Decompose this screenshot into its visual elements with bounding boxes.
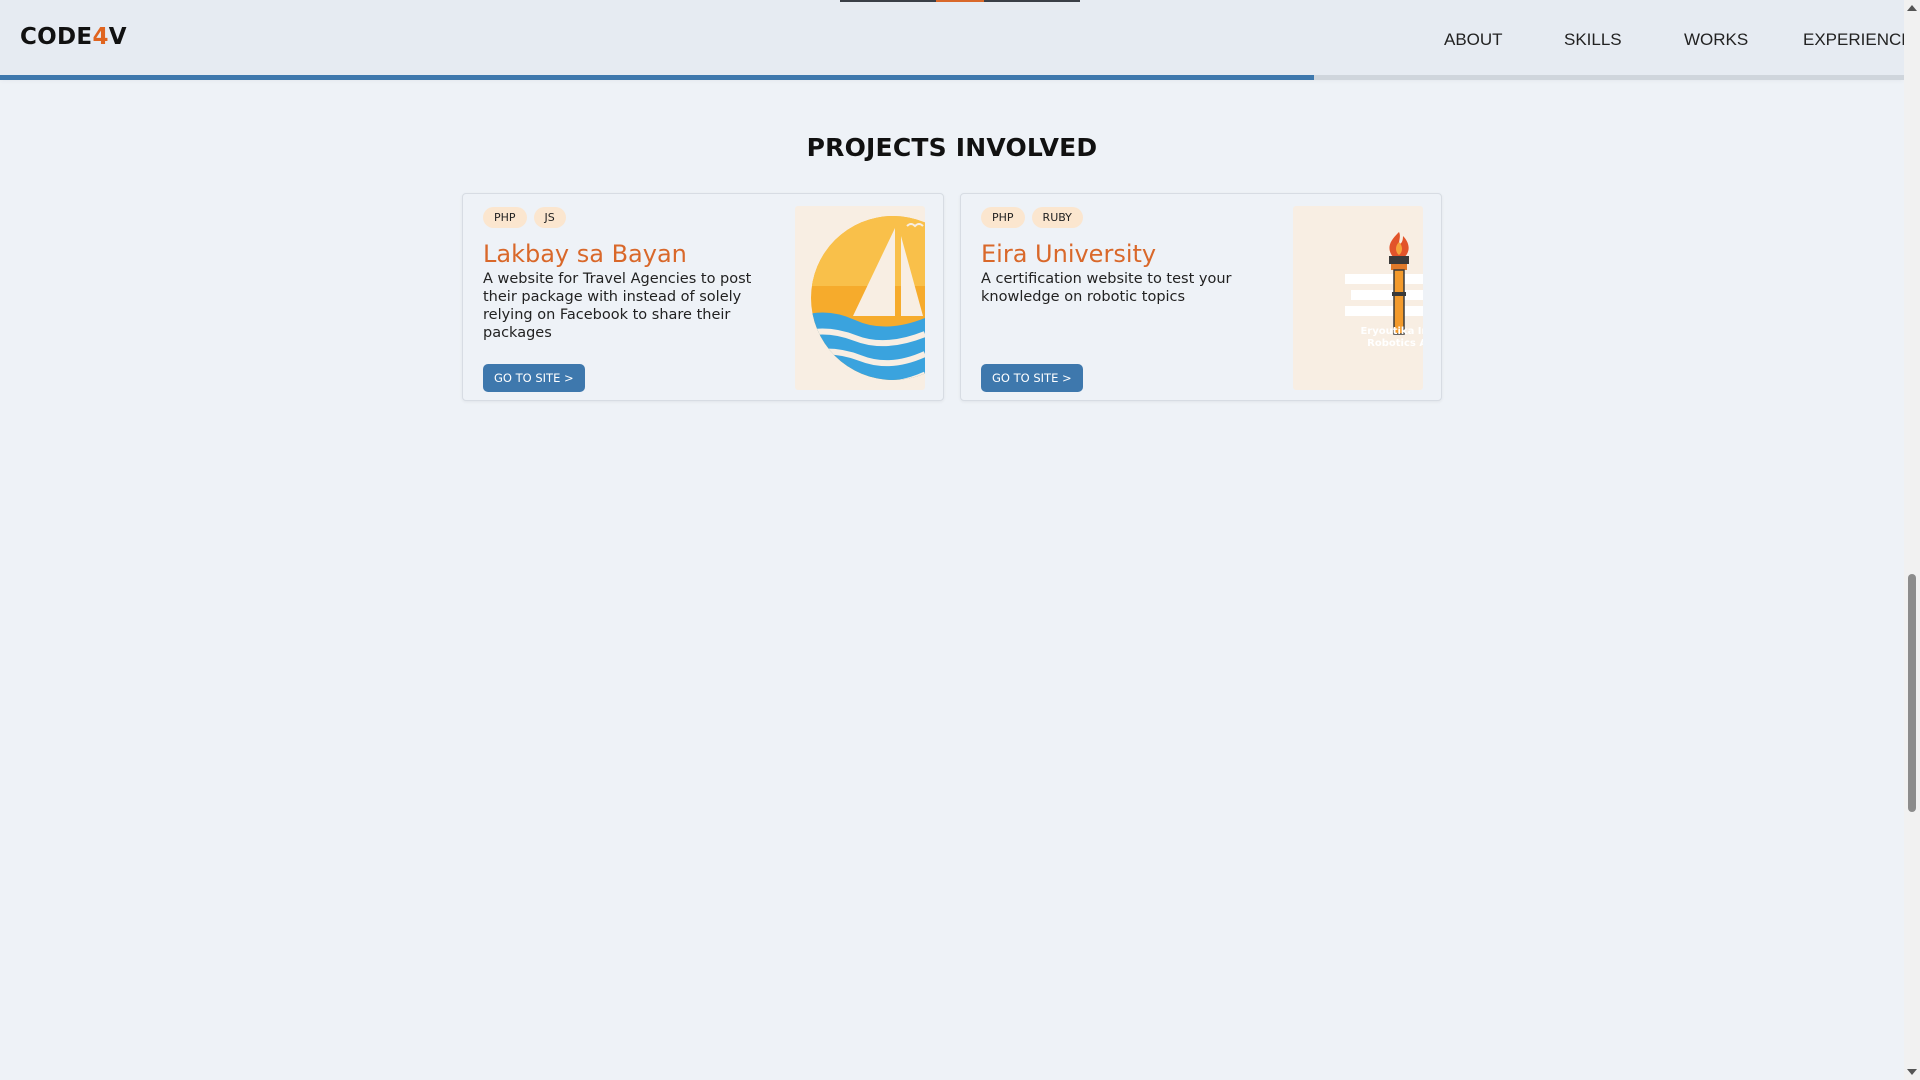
tag-list: PHP JS: [483, 207, 566, 228]
section-title: PROJECTS INVOLVED: [806, 133, 1098, 162]
scroll-progress-bar: [0, 75, 1904, 80]
tag-php: PHP: [981, 207, 1025, 228]
nav-link-about[interactable]: ABOUT: [1444, 30, 1503, 50]
project-description: A certification website to test your kno…: [981, 271, 1232, 305]
go-to-site-button[interactable]: GO TO SITE >: [981, 364, 1083, 392]
page: CODE4V ABOUT SKILLS WORKS EXPERIENCE PRO…: [0, 0, 1913, 1080]
go-to-site-button[interactable]: GO TO SITE >: [483, 364, 585, 392]
nav-hover-indicator-accent: [936, 0, 984, 2]
logo-prefix: CODE: [20, 24, 93, 50]
navbar: CODE4V ABOUT SKILLS WORKS EXPERIENCE: [0, 0, 1913, 80]
eira-logo-text-line-2: Robotics Ac: [1367, 338, 1423, 349]
eira-logo-text: Eryoutika Inf Robotics Ac: [1343, 326, 1423, 350]
logo-suffix: V: [108, 24, 127, 50]
project-card-lakbay: PHP JS Lakbay sa Bayan A website for Tra…: [462, 193, 944, 401]
eira-logo-text-line-1: Eryoutika Inf: [1360, 326, 1423, 337]
nav-link-works[interactable]: WORKS: [1684, 30, 1748, 50]
nav-link-experience[interactable]: EXPERIENCE: [1803, 30, 1913, 50]
nav-hover-indicator: [840, 0, 1080, 2]
sun-sailboat-logo-icon: [811, 216, 925, 380]
torch-logo-icon: [1345, 232, 1423, 335]
scroll-up-arrow-icon[interactable]: [1907, 5, 1917, 11]
tag-js: JS: [533, 207, 566, 228]
tag-ruby: RUBY: [1031, 207, 1083, 228]
scroll-progress-fill: [0, 75, 1314, 80]
scroll-down-arrow-icon[interactable]: [1907, 1069, 1917, 1075]
project-image: Eryoutika Inf Robotics Ac: [1293, 206, 1423, 390]
project-description: A website for Travel Agencies to post th…: [483, 271, 752, 341]
project-card-eira: PHP RUBY Eira University A certification…: [960, 193, 1442, 401]
tag-php: PHP: [483, 207, 527, 228]
project-title: Eira University: [981, 240, 1157, 268]
logo-accent: 4: [92, 24, 109, 50]
project-image: [795, 206, 925, 390]
scrollbar-thumb[interactable]: [1908, 574, 1916, 812]
nav-link-skills[interactable]: SKILLS: [1564, 30, 1622, 50]
tag-list: PHP RUBY: [981, 207, 1083, 228]
vertical-scrollbar[interactable]: [1904, 0, 1920, 1080]
site-logo[interactable]: CODE4V: [20, 24, 127, 50]
project-title: Lakbay sa Bayan: [483, 240, 687, 268]
